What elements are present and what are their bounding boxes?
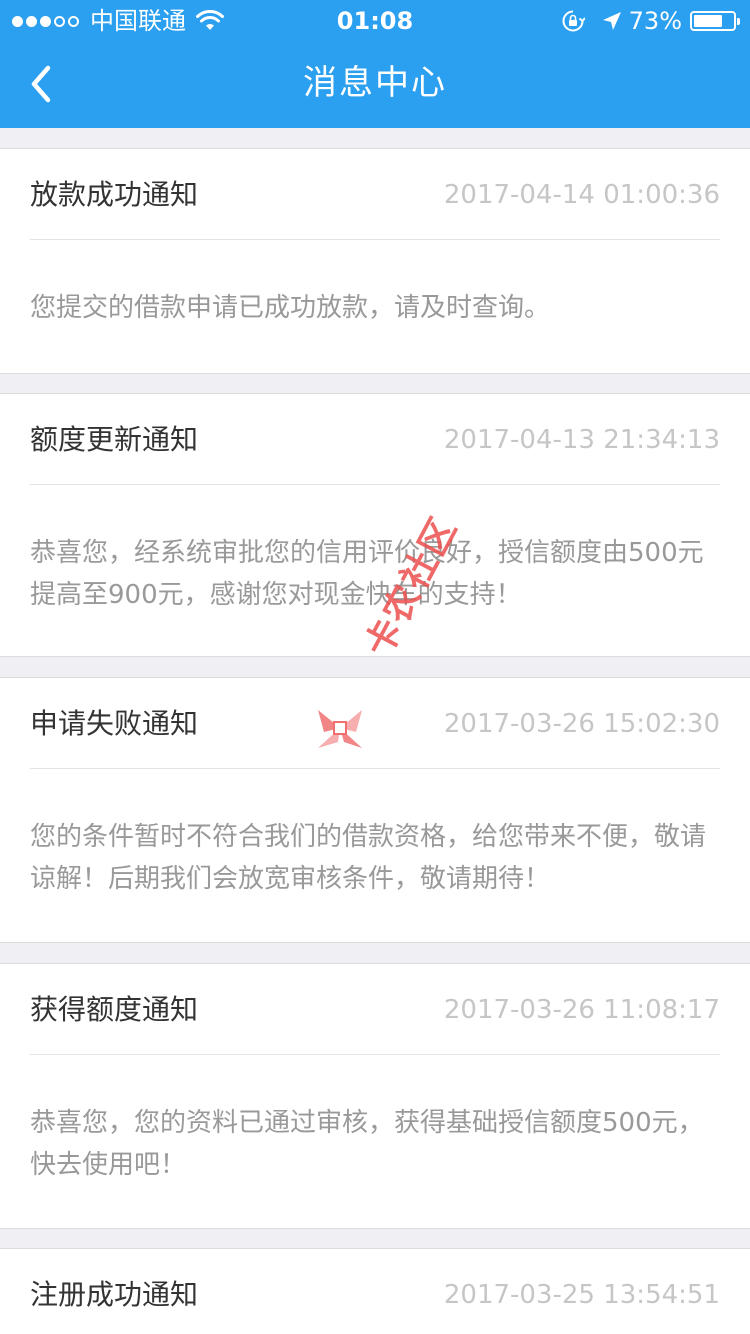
message-title: 获得额度通知 bbox=[30, 993, 199, 1026]
status-right: 73% bbox=[561, 6, 740, 36]
message-time: 2017-03-26 11:08:17 bbox=[443, 995, 720, 1025]
message-card[interactable]: 注册成功通知 2017-03-25 13:54:51 bbox=[0, 1248, 750, 1334]
message-time: 2017-03-26 15:02:30 bbox=[443, 709, 720, 739]
message-time: 2017-04-13 21:34:13 bbox=[443, 425, 720, 455]
message-time: 2017-03-25 13:54:51 bbox=[443, 1280, 720, 1310]
message-header: 申请失败通知 2017-03-26 15:02:30 bbox=[30, 678, 720, 769]
battery-fill bbox=[694, 15, 722, 27]
message-body: 恭喜您，您的资料已通过审核，获得基础授信额度500元，快去使用吧！ bbox=[30, 1108, 704, 1180]
message-header: 放款成功通知 2017-04-14 01:00:36 bbox=[30, 149, 720, 240]
message-card[interactable]: 申请失败通知 2017-03-26 15:02:30 您的条件暂时不符合我们的借… bbox=[0, 677, 750, 943]
battery-percent: 73% bbox=[628, 7, 682, 35]
orientation-lock-icon bbox=[562, 10, 585, 32]
message-title: 额度更新通知 bbox=[30, 423, 199, 456]
message-body: 恭喜您，经系统审批您的信用评价良好，授信额度由500元提高至900元，感谢您对现… bbox=[30, 538, 704, 610]
message-card[interactable]: 放款成功通知 2017-04-14 01:00:36 您提交的借款申请已成功放款… bbox=[0, 148, 750, 374]
message-card[interactable]: 额度更新通知 2017-04-13 21:34:13 恭喜您，经系统审批您的信用… bbox=[0, 393, 750, 657]
app-header: 中国联通 01:08 73% 消息中心 bbox=[0, 0, 750, 128]
message-body: 您提交的借款申请已成功放款，请及时查询。 bbox=[30, 293, 551, 323]
battery-icon bbox=[690, 11, 740, 31]
location-arrow-icon bbox=[602, 12, 621, 30]
message-header: 获得额度通知 2017-03-26 11:08:17 bbox=[30, 964, 720, 1055]
status-bar: 中国联通 01:08 73% bbox=[0, 0, 750, 40]
page-title: 消息中心 bbox=[303, 63, 447, 103]
message-body: 您的条件暂时不符合我们的借款资格，给您带来不便，敬请谅解！后期我们会放宽审核条件… bbox=[30, 822, 707, 894]
message-time: 2017-04-14 01:00:36 bbox=[443, 180, 720, 210]
message-title: 放款成功通知 bbox=[30, 178, 199, 211]
message-header: 注册成功通知 2017-03-25 13:54:51 bbox=[30, 1249, 720, 1334]
message-card[interactable]: 获得额度通知 2017-03-26 11:08:17 恭喜您，您的资料已通过审核… bbox=[0, 963, 750, 1229]
message-header: 额度更新通知 2017-04-13 21:34:13 bbox=[30, 394, 720, 485]
message-title: 注册成功通知 bbox=[30, 1278, 199, 1311]
message-title: 申请失败通知 bbox=[30, 707, 199, 740]
